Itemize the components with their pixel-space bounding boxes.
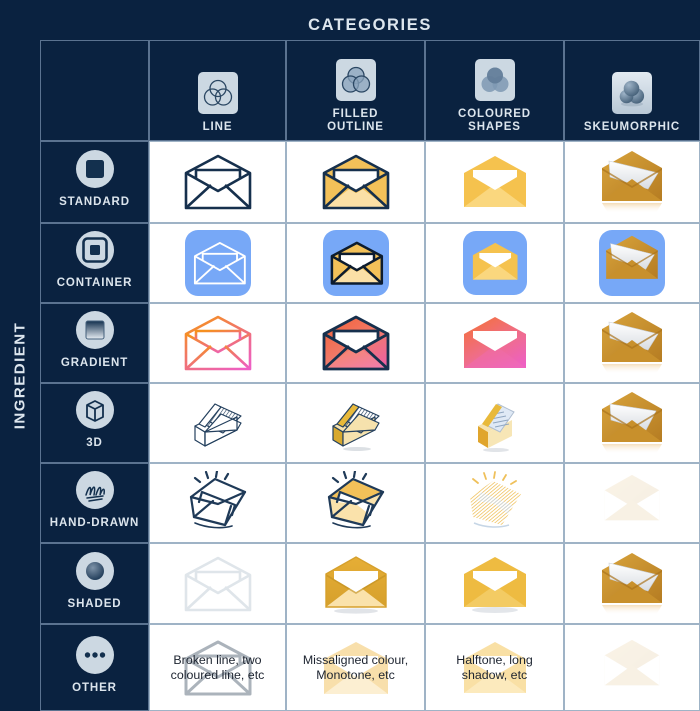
envelope-line-icon	[184, 154, 251, 210]
cell-3d-skeumorphic[interactable]	[564, 383, 700, 463]
envelope-gradient-filled-icon	[322, 315, 389, 371]
ellipsis-other-icon	[75, 635, 115, 675]
envelope-shaded-coloured-icon	[463, 556, 526, 613]
column-header-filled-outline-label: FILLED OUTLINE	[327, 108, 384, 133]
column-header-line[interactable]: LINE	[149, 40, 286, 141]
row-header-gradient-label: GRADIENT	[60, 357, 129, 369]
cell-container-coloured[interactable]	[425, 223, 564, 303]
row-header-shaded[interactable]: SHADED	[40, 543, 149, 624]
cell-hand-drawn-coloured[interactable]	[425, 463, 564, 543]
envelope-shaded-line-ghost-icon	[184, 556, 251, 611]
square-in-circle-container-icon	[75, 230, 115, 270]
envelope-gradient-line-icon	[184, 315, 251, 371]
column-header-filled-outline[interactable]: FILLED OUTLINE	[286, 40, 425, 141]
envelope-3d-coloured-icon	[477, 403, 515, 452]
cell-container-filled[interactable]	[286, 223, 425, 303]
column-header-skeumorphic[interactable]: SKEUMORPHIC	[564, 40, 700, 141]
cube-3d-icon	[75, 390, 115, 430]
row-header-container[interactable]: CONTAINER	[40, 223, 149, 303]
row-header-gradient[interactable]: GRADIENT	[40, 303, 149, 383]
axis-label-ingredient-text: INGREDIENT	[11, 321, 29, 430]
row-header-other-label: OTHER	[72, 681, 117, 694]
row-header-other[interactable]: OTHER	[40, 624, 149, 711]
envelope-container-line-icon	[184, 230, 251, 296]
column-header-coloured-shapes-label: COLOURED SHAPES	[457, 108, 531, 133]
cell-other-filled[interactable]: Missaligned colour, Monotone, etc	[286, 624, 425, 711]
envelope-shaded-filled-icon	[324, 555, 387, 614]
envelope-hand-drawn-filled-icon	[327, 471, 384, 529]
cell-gradient-coloured[interactable]	[425, 303, 564, 383]
cell-shaded-skeumorphic[interactable]	[564, 543, 700, 624]
cell-container-skeumorphic[interactable]	[564, 223, 700, 303]
row-header-container-label: CONTAINER	[56, 277, 133, 289]
column-header-line-label: LINE	[202, 121, 233, 133]
row-header-3d-label: 3D	[86, 437, 103, 449]
cell-standard-coloured[interactable]	[425, 141, 564, 223]
scribble-hand-drawn-icon	[75, 470, 115, 510]
envelope-container-skeumorphic-icon	[599, 230, 665, 296]
matrix-grid: LINE FILLED OUTLINE COLOURED SHAPES SKEU…	[40, 40, 700, 711]
cell-shaded-line[interactable]	[149, 543, 286, 624]
envelope-coloured-shapes-icon	[463, 156, 526, 207]
venn-coloured-shapes-icon	[474, 58, 516, 102]
page-title: CATEGORIES	[308, 15, 432, 34]
cell-3d-filled[interactable]	[286, 383, 425, 463]
venn-line-icon	[197, 71, 239, 115]
envelope-gradient-coloured-icon	[463, 317, 526, 368]
cell-shaded-filled[interactable]	[286, 543, 425, 624]
row-header-standard[interactable]: STANDARD	[40, 141, 149, 223]
cell-other-line[interactable]: Broken line, two coloured line, etc	[149, 624, 286, 711]
cell-hand-drawn-skeumorphic[interactable]	[564, 463, 700, 543]
cell-standard-line[interactable]	[149, 141, 286, 223]
envelope-shaded-skeumorphic-icon	[602, 552, 662, 615]
envelope-skeumorphic-icon	[602, 151, 662, 213]
cell-3d-line[interactable]	[149, 383, 286, 463]
spheres-skeumorphic-icon	[611, 71, 653, 115]
axis-label-ingredient: INGREDIENT	[0, 40, 40, 711]
gradient-square-icon	[75, 310, 115, 350]
cell-other-filled-text: Missaligned colour, Monotone, etc	[302, 652, 409, 682]
cell-shaded-coloured[interactable]	[425, 543, 564, 624]
sphere-shaded-icon	[75, 551, 115, 591]
envelope-skeumorphic-ghost-icon	[604, 639, 660, 685]
envelope-3d-line-icon	[193, 403, 242, 447]
envelope-hand-drawn-skeumorphic-ghost-icon	[604, 474, 660, 521]
cell-gradient-line[interactable]	[149, 303, 286, 383]
column-header-coloured-shapes[interactable]: COLOURED SHAPES	[425, 40, 564, 141]
cell-other-coloured-text: Halftone, long shadow, etc	[456, 652, 533, 682]
envelope-3d-skeumorphic-icon	[602, 392, 662, 454]
row-header-standard-label: STANDARD	[59, 196, 130, 208]
column-header-skeumorphic-label: SKEUMORPHIC	[583, 121, 681, 133]
row-header-hand-drawn-label: HAND-DRAWN	[49, 517, 140, 529]
envelope-filled-outline-icon	[322, 154, 389, 210]
cell-3d-coloured[interactable]	[425, 383, 564, 463]
cell-other-coloured[interactable]: Halftone, long shadow, etc	[425, 624, 564, 711]
envelope-container-coloured-icon	[462, 231, 527, 295]
cell-other-skeumorphic[interactable]	[564, 624, 700, 711]
row-header-shaded-label: SHADED	[67, 597, 122, 610]
square-standard-icon	[75, 149, 115, 189]
envelope-hand-drawn-coloured-icon	[469, 471, 521, 528]
envelope-3d-filled-icon	[331, 403, 380, 451]
row-header-3d[interactable]: 3D	[40, 383, 149, 463]
grid-corner-cell	[40, 40, 149, 141]
cell-hand-drawn-filled[interactable]	[286, 463, 425, 543]
cell-gradient-filled[interactable]	[286, 303, 425, 383]
envelope-hand-drawn-line-icon	[189, 471, 246, 529]
cell-standard-filled[interactable]	[286, 141, 425, 223]
cell-other-line-text: Broken line, two coloured line, etc	[170, 652, 265, 682]
cell-gradient-skeumorphic[interactable]	[564, 303, 700, 383]
infographic-matrix: CATEGORIES INGREDIENT LINE FILLED OUTLIN…	[0, 0, 700, 711]
envelope-container-filled-icon	[322, 230, 389, 296]
cell-standard-skeumorphic[interactable]	[564, 141, 700, 223]
venn-filled-outline-icon	[335, 58, 377, 102]
row-header-hand-drawn[interactable]: HAND-DRAWN	[40, 463, 149, 543]
cell-container-line[interactable]	[149, 223, 286, 303]
cell-hand-drawn-line[interactable]	[149, 463, 286, 543]
envelope-gradient-skeumorphic-icon	[602, 312, 662, 374]
